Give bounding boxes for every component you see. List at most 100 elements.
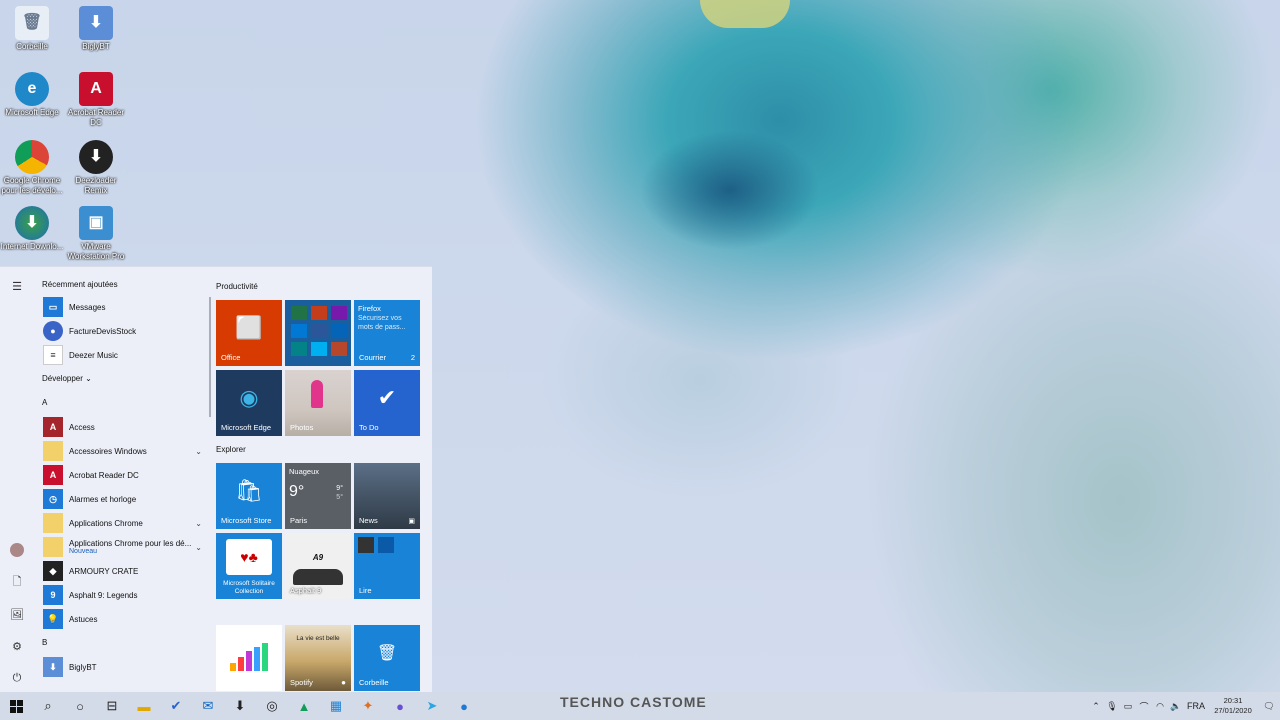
media-player-icon[interactable]: ◎ xyxy=(256,692,288,720)
messages-icon: ▭ xyxy=(43,297,63,317)
office-apps-grid-icon xyxy=(291,306,347,356)
task-view-icon[interactable]: ⊟ xyxy=(96,692,128,720)
car-image xyxy=(293,569,343,585)
expand-link[interactable]: Développer ⌄ xyxy=(38,367,206,391)
tile-asphalt[interactable]: A9 Asphalt 9 xyxy=(285,533,351,599)
mail-count-badge: 2 xyxy=(410,353,415,362)
google-drive-icon[interactable]: ▲ xyxy=(288,692,320,720)
watermark-text: TECHNO CASTOME xyxy=(560,694,707,710)
shield-icon xyxy=(378,537,394,553)
news-app-icon: ▣ xyxy=(408,518,415,525)
user-avatar[interactable] xyxy=(8,541,26,559)
app-item-accessoires-windows[interactable]: Accessoires Windows ⌄ xyxy=(38,439,206,463)
pinwheel-app-icon[interactable]: ✦ xyxy=(352,692,384,720)
wifi-icon[interactable]: ◠ xyxy=(1152,701,1168,712)
clock[interactable]: 20:31 27/01/2020 xyxy=(1208,696,1258,716)
tile-news[interactable]: News ▣ xyxy=(354,463,420,529)
edge-icon: ◉ xyxy=(239,384,259,410)
recent-header: Récemment ajoutées xyxy=(42,280,118,289)
desktop-icon-chrome-dev[interactable]: Google Chrome pour les dévelo... xyxy=(0,140,64,196)
pictures-icon[interactable]: 🖼 xyxy=(8,605,26,623)
messages-icon[interactable]: ● xyxy=(448,692,480,720)
recycle-bin-icon: 🗑 xyxy=(15,6,49,40)
app-item-acrobat[interactable]: A Acrobat Reader DC xyxy=(38,463,206,487)
app-item-asphalt[interactable]: 9 Asphalt 9: Legends xyxy=(38,583,206,607)
tile-edge[interactable]: ◉ Microsoft Edge xyxy=(216,370,282,436)
outlook-icon[interactable]: ✉ xyxy=(192,692,224,720)
calculator-icon[interactable]: ▦ xyxy=(320,692,352,720)
photo-person-image xyxy=(311,380,323,408)
tile-weather[interactable]: Nuageux 9° 9° 5° Paris xyxy=(285,463,351,529)
tile-courrier[interactable]: Firefox Sécurisez vos mots de pass... Co… xyxy=(354,300,420,366)
app-item-armoury-crate[interactable]: ◆ ARMOURY CRATE xyxy=(38,559,206,583)
windows-start-icon[interactable] xyxy=(0,692,32,720)
firefox-icon[interactable]: ● xyxy=(384,692,416,720)
tile-solitaire[interactable]: ♥♣ Microsoft Solitaire Collection xyxy=(216,533,282,599)
folder-icon xyxy=(43,441,63,461)
language-indicator[interactable]: FRA xyxy=(1184,701,1208,711)
tile-photos[interactable]: Photos xyxy=(285,370,351,436)
battery-icon[interactable]: ▭ xyxy=(1120,701,1136,712)
tile-lire[interactable]: Lire xyxy=(354,533,420,599)
desktop-icon-recycle-bin[interactable]: 🗑 Corbeille xyxy=(0,6,64,52)
microphone-icon[interactable]: 🎙 xyxy=(1104,701,1120,712)
app-item-biglybt[interactable]: ⬇ BiglyBT xyxy=(38,655,206,679)
app-item-applications-chrome-dev[interactable]: Applications Chrome pour les dé... Nouve… xyxy=(38,535,206,559)
armoury-crate-icon: ◆ xyxy=(43,561,63,581)
chevron-down-icon: ⌄ xyxy=(195,446,202,456)
desktop-icon-idm[interactable]: ⬇ Internet Downlo... xyxy=(0,206,64,252)
app-item-astuces[interactable]: 💡 Astuces xyxy=(38,607,206,631)
wallpaper-flower-yellow xyxy=(700,0,790,28)
group-label-explorer[interactable]: Explorer xyxy=(216,445,246,454)
folder-icon xyxy=(43,537,63,557)
desktop-icon-vmware[interactable]: ▣ VMware Workstation Pro xyxy=(64,206,128,262)
tile-office[interactable]: ⬜ Office xyxy=(216,300,282,366)
desktop-icon-deezloader[interactable]: ⬇ Deezloader Remix xyxy=(64,140,128,196)
app-item-applications-chrome[interactable]: Applications Chrome ⌄ xyxy=(38,511,206,535)
chevron-up-icon[interactable]: ⌃ xyxy=(1088,701,1104,712)
search-icon[interactable]: ⌕ xyxy=(32,692,64,720)
clock-icon: ◷ xyxy=(43,489,63,509)
settings-gear-icon[interactable]: ⚙ xyxy=(8,637,26,655)
tile-todo[interactable]: ✔ To Do xyxy=(354,370,420,436)
documents-icon[interactable]: 🗋 xyxy=(8,573,26,591)
todo-icon[interactable]: ✔ xyxy=(160,692,192,720)
tile-office-apps-folder[interactable] xyxy=(285,300,351,366)
letter-header-b[interactable]: B xyxy=(38,631,206,655)
app-item-alarmes[interactable]: ◷ Alarmes et horloge xyxy=(38,487,206,511)
deezloader-icon[interactable]: ⬇ xyxy=(224,692,256,720)
biglybt-icon: ⬇ xyxy=(43,657,63,677)
acrobat-icon: A xyxy=(79,72,113,106)
app-list-scrollbar[interactable] xyxy=(209,297,211,417)
store-bag-icon: 🛍 xyxy=(235,477,263,503)
power-icon[interactable]: ⏻ xyxy=(8,669,26,687)
app-item-deezer[interactable]: ≡ Deezer Music xyxy=(38,343,206,367)
desktop-icon-biglybt[interactable]: ⬇ BiglyBT xyxy=(64,6,128,52)
biglybt-icon: ⬇ xyxy=(79,6,113,40)
volume-icon[interactable]: 🔈 xyxy=(1168,701,1184,712)
tile-microsoft-store[interactable]: 🛍 Microsoft Store xyxy=(216,463,282,529)
app-item-facturedevisstock[interactable]: ● FactureDevisStock xyxy=(38,319,206,343)
file-explorer-icon[interactable]: ▬ xyxy=(128,692,160,720)
app-item-access[interactable]: A Access xyxy=(38,415,206,439)
headset-icon[interactable]: ⌒ xyxy=(1136,700,1152,713)
app-list: Récemment ajoutées ▭ Messages ● FactureD… xyxy=(38,275,206,693)
tile-corbeille[interactable]: 🗑 Corbeille xyxy=(354,625,420,691)
desktop-icon-edge[interactable]: e Microsoft Edge xyxy=(0,72,64,118)
hamburger-menu-icon[interactable]: ☰ xyxy=(8,277,26,295)
tile-spotify[interactable]: La vie est belle Spotify ● xyxy=(285,625,351,691)
spotify-icon: ● xyxy=(341,678,346,687)
office-icon: ⬜ xyxy=(235,314,263,340)
idm-icon: ⬇ xyxy=(15,206,49,240)
group-label-productivite[interactable]: Productivité xyxy=(216,282,258,291)
notifications-icon[interactable]: 🗨 xyxy=(1258,701,1280,712)
telegram-icon[interactable]: ➤ xyxy=(416,692,448,720)
start-menu-rail: ☰ 🗋 🖼 ⚙ ⏻ xyxy=(0,267,34,692)
letter-header-a[interactable]: A xyxy=(38,391,206,415)
desktop-icon-acrobat[interactable]: A Acrobat Reader DC xyxy=(64,72,128,128)
chrome-dev-icon xyxy=(15,140,49,174)
cortana-icon[interactable]: ○ xyxy=(64,692,96,720)
tile-deezer[interactable] xyxy=(216,625,282,691)
app-item-messages[interactable]: ▭ Messages xyxy=(38,295,206,319)
download-icon: ⬇ xyxy=(79,140,113,174)
